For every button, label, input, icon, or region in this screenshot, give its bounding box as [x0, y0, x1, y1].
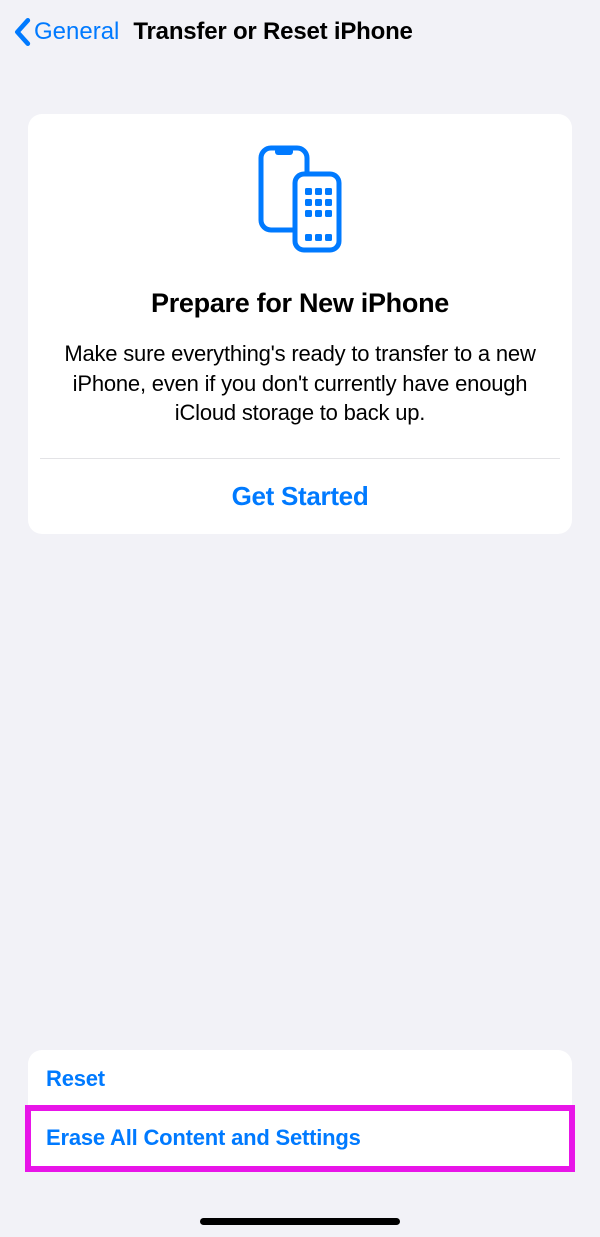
reset-button[interactable]: Reset: [28, 1050, 572, 1108]
prepare-card: Prepare for New iPhone Make sure everyth…: [28, 114, 572, 534]
back-label: General: [32, 18, 119, 46]
back-button[interactable]: General: [12, 18, 119, 46]
page-title: Transfer or Reset iPhone: [123, 18, 412, 46]
home-indicator[interactable]: [200, 1218, 400, 1225]
transfer-devices-icon: [28, 144, 572, 254]
chevron-left-icon: [12, 18, 32, 46]
prepare-card-description: Make sure everything's ready to transfer…: [28, 339, 572, 428]
reset-options-list: Reset Erase All Content and Settings: [28, 1050, 572, 1167]
erase-all-button[interactable]: Erase All Content and Settings: [28, 1109, 572, 1167]
get-started-button[interactable]: Get Started: [28, 459, 572, 534]
prepare-card-title: Prepare for New iPhone: [28, 288, 572, 319]
navigation-bar: General Transfer or Reset iPhone: [0, 0, 600, 64]
